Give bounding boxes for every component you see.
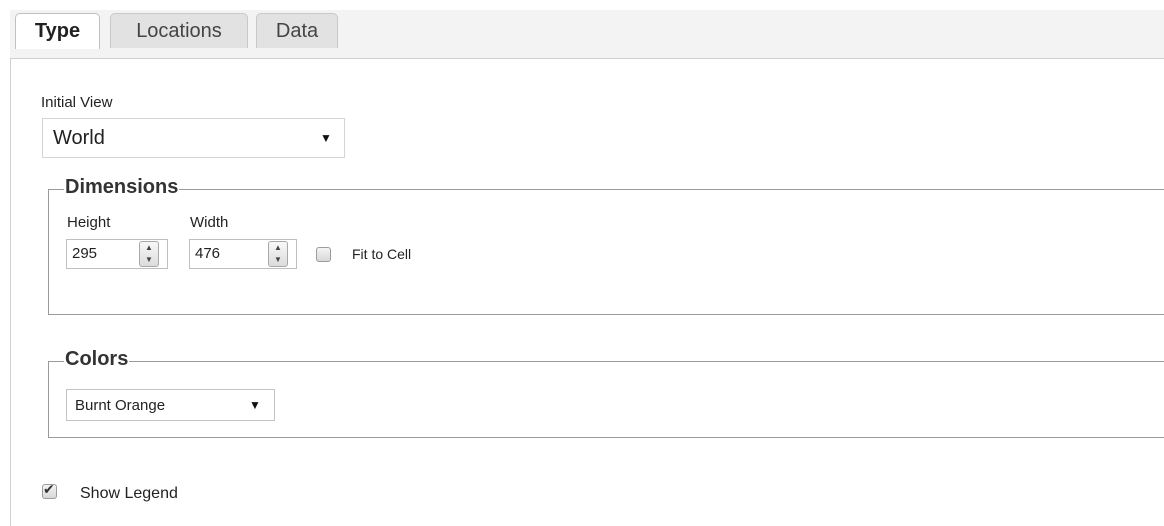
height-stepper[interactable]: ▲ ▼ [139, 241, 159, 267]
fit-to-cell-checkbox[interactable] [316, 247, 331, 262]
show-legend-checkbox[interactable]: ✔ [42, 481, 57, 499]
chevron-down-icon[interactable]: ▼ [269, 254, 287, 266]
chevron-down-icon[interactable]: ▼ [140, 254, 158, 266]
chevron-up-icon[interactable]: ▲ [140, 242, 158, 254]
colors-value: Burnt Orange [75, 397, 166, 414]
dropdown-arrow-icon: ▼ [320, 131, 332, 145]
initial-view-value: World [53, 127, 105, 149]
width-label: Width [190, 214, 229, 231]
chevron-up-icon[interactable]: ▲ [269, 242, 287, 254]
width-stepper[interactable]: ▲ ▼ [268, 241, 288, 267]
tab-locations[interactable]: Locations [110, 13, 248, 48]
colors-select[interactable]: Burnt Orange ▼ [66, 389, 275, 421]
tab-type[interactable]: Type [15, 13, 100, 49]
colors-legend: Colors [64, 348, 130, 371]
show-legend-label[interactable]: Show Legend [80, 485, 178, 503]
tab-data[interactable]: Data [256, 13, 338, 48]
initial-view-label: Initial View [41, 94, 113, 111]
checkmark-icon: ✔ [43, 481, 55, 497]
initial-view-select[interactable]: World ▼ [42, 118, 345, 158]
height-label: Height [67, 214, 111, 231]
fit-to-cell-label[interactable]: Fit to Cell [352, 246, 411, 262]
dropdown-arrow-icon: ▼ [249, 398, 261, 412]
dimensions-legend: Dimensions [64, 176, 180, 199]
